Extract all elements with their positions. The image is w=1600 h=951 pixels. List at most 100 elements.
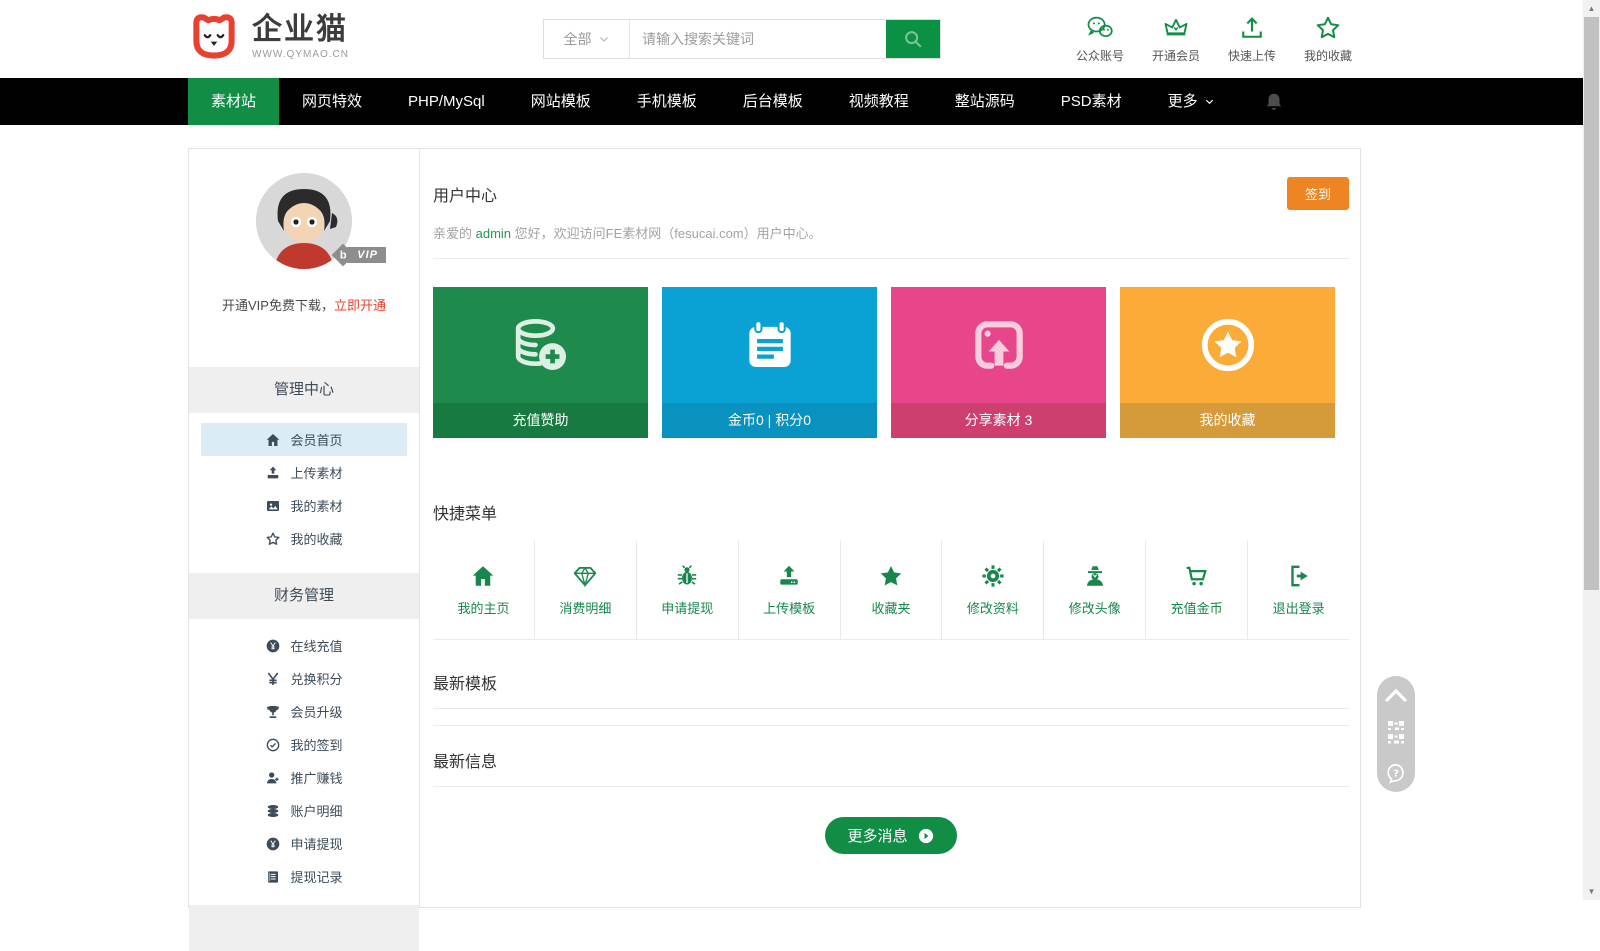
coin-yen-icon — [265, 638, 281, 654]
quick-item-favorites-folder[interactable]: 收藏夹 — [840, 540, 942, 639]
header-link-wechat[interactable]: 公众账号 — [1076, 14, 1124, 64]
sidebar-item-my-signin[interactable]: 我的签到 — [201, 728, 407, 761]
sidebar-item-upload-material[interactable]: 上传素材 — [201, 456, 407, 489]
tile-my-favorites[interactable]: 我的收藏 — [1120, 287, 1335, 438]
upload-icon — [1238, 14, 1266, 42]
scrollbar-thumb[interactable] — [1584, 17, 1599, 590]
sidebar-item-recharge[interactable]: 在线充值 — [201, 629, 407, 662]
sidebar-item-account-details[interactable]: 账户明细 — [201, 794, 407, 827]
vip-badge-b: b — [340, 249, 347, 261]
search-category-dropdown[interactable]: 全部 — [544, 20, 630, 58]
quick-item-consumption[interactable]: 消费明细 — [534, 540, 636, 639]
vip-open-link[interactable]: 立即开通 — [334, 298, 386, 313]
back-to-top-button[interactable] — [1384, 686, 1408, 704]
page-title: 用户中心 — [433, 182, 497, 206]
nav-item-php[interactable]: PHP/MySql — [385, 78, 508, 125]
nav-item-psd[interactable]: PSD素材 — [1038, 78, 1145, 125]
sidebar-item-label: 上传素材 — [290, 463, 342, 482]
quick-item-change-avatar[interactable]: 修改头像 — [1043, 540, 1145, 639]
quick-item-label: 申请提现 — [661, 598, 713, 617]
header-link-favorites[interactable]: 我的收藏 — [1304, 14, 1352, 64]
divider — [433, 708, 1349, 709]
chevron-down-icon — [1204, 96, 1215, 107]
nav-item-more[interactable]: 更多 — [1145, 78, 1238, 125]
bug-icon — [674, 563, 700, 589]
home-icon — [265, 432, 281, 448]
diamond-icon — [572, 563, 598, 589]
header-link-label: 开通会员 — [1152, 47, 1200, 64]
sidebar-section-manage: 管理中心 — [189, 367, 419, 413]
more-messages-button[interactable]: 更多消息 — [825, 817, 956, 854]
quick-item-my-home[interactable]: 我的主页 — [433, 540, 534, 639]
search-icon — [902, 28, 924, 50]
sidebar-item-withdraw-records[interactable]: 提现记录 — [201, 860, 407, 893]
quick-item-edit-profile[interactable]: 修改资料 — [941, 540, 1043, 639]
vip-text: 开通VIP免费下载， — [222, 298, 334, 313]
quick-menu-title: 快捷菜单 — [433, 500, 1349, 524]
tile-label: 充值赞助 — [433, 403, 648, 438]
search-button[interactable] — [886, 20, 940, 58]
crown-icon — [1161, 14, 1191, 42]
sidebar-item-label: 我的签到 — [290, 735, 342, 754]
coin-yen-icon — [265, 836, 281, 852]
search-bar: 全部 — [543, 19, 941, 59]
sidebar-item-my-favorites[interactable]: 我的收藏 — [201, 522, 407, 555]
sidebar-section-cutoff — [189, 905, 419, 951]
sidebar-item-member-upgrade[interactable]: 会员升级 — [201, 695, 407, 728]
star-icon — [878, 563, 904, 589]
nav-item-source[interactable]: 整站源码 — [932, 78, 1038, 125]
tile-recharge-sponsor[interactable]: 充值赞助 — [433, 287, 648, 438]
header-link-upload[interactable]: 快速上传 — [1228, 14, 1276, 64]
signin-button[interactable]: 签到 — [1287, 177, 1349, 210]
nav-item-video[interactable]: 视频教程 — [826, 78, 932, 125]
quick-item-label: 退出登录 — [1273, 598, 1325, 617]
search-input[interactable] — [630, 20, 886, 58]
sidebar-item-label: 会员升级 — [290, 702, 342, 721]
nav-item-admin-templates[interactable]: 后台模板 — [720, 78, 826, 125]
quick-item-withdraw[interactable]: 申请提现 — [636, 540, 738, 639]
sidebar-item-promote-earn[interactable]: 推广赚钱 — [201, 761, 407, 794]
logo-title: 企业猫 — [252, 14, 349, 46]
quick-item-upload-template[interactable]: 上传模板 — [738, 540, 840, 639]
nav-more-label: 更多 — [1168, 78, 1198, 125]
scrollbar-up-arrow[interactable]: ▲ — [1583, 0, 1600, 17]
qr-code-button[interactable] — [1386, 720, 1406, 746]
content-panel: b VIP 开通VIP免费下载，立即开通 管理中心 会员首页 上传素材 — [188, 148, 1361, 908]
question-icon: ? — [1385, 762, 1407, 784]
header-link-label: 我的收藏 — [1304, 47, 1352, 64]
help-button[interactable]: ? — [1385, 762, 1407, 784]
sidebar-item-apply-withdraw[interactable]: 申请提现 — [201, 827, 407, 860]
quick-item-label: 修改头像 — [1069, 598, 1121, 617]
sidebar-item-member-home[interactable]: 会员首页 — [201, 423, 407, 456]
nav-item-web-templates[interactable]: 网站模板 — [508, 78, 614, 125]
bell-icon[interactable] — [1263, 91, 1285, 113]
sidebar-menu-finance: 在线充值 兑换积分 会员升级 我的签到 — [189, 619, 419, 897]
header-link-membership[interactable]: 开通会员 — [1152, 14, 1200, 64]
quick-item-recharge-coins[interactable]: 充值金币 — [1145, 540, 1247, 639]
sidebar-item-label: 我的收藏 — [290, 529, 342, 548]
quick-item-label: 消费明细 — [559, 598, 611, 617]
site-logo[interactable]: 企业猫 WWW.QYMAO.CN — [186, 11, 349, 63]
sidebar-item-my-material[interactable]: 我的素材 — [201, 489, 407, 522]
header-quick-links: 公众账号 开通会员 快速上传 — [1076, 14, 1352, 64]
tile-label: 我的收藏 — [1120, 403, 1335, 438]
upload-icon — [265, 465, 281, 481]
quick-item-label: 修改资料 — [967, 598, 1019, 617]
scrollbar-down-arrow[interactable]: ▼ — [1583, 883, 1600, 900]
vip-badge[interactable]: b VIP — [335, 247, 386, 263]
quick-item-label: 我的主页 — [457, 598, 509, 617]
quick-item-logout[interactable]: 退出登录 — [1247, 540, 1349, 639]
browser-scrollbar[interactable]: ▲ ▼ — [1583, 0, 1600, 900]
nav-item-mobile-templates[interactable]: 手机模板 — [614, 78, 720, 125]
latest-messages-title: 最新信息 — [433, 748, 1349, 772]
nav-item-effects[interactable]: 网页特效 — [279, 78, 385, 125]
database-icon — [265, 803, 281, 819]
logo-subtitle: WWW.QYMAO.CN — [252, 49, 349, 60]
sidebar-item-exchange-points[interactable]: 兑换积分 — [201, 662, 407, 695]
nav-item-material[interactable]: 素材站 — [188, 78, 279, 125]
divider — [433, 258, 1349, 259]
tile-coins-points[interactable]: 金币0 | 积分0 — [662, 287, 877, 438]
sidebar-item-label: 推广赚钱 — [290, 768, 342, 787]
tile-shared-materials[interactable]: 分享素材 3 — [891, 287, 1106, 438]
top-header: 企业猫 WWW.QYMAO.CN 全部 — [0, 0, 1600, 78]
